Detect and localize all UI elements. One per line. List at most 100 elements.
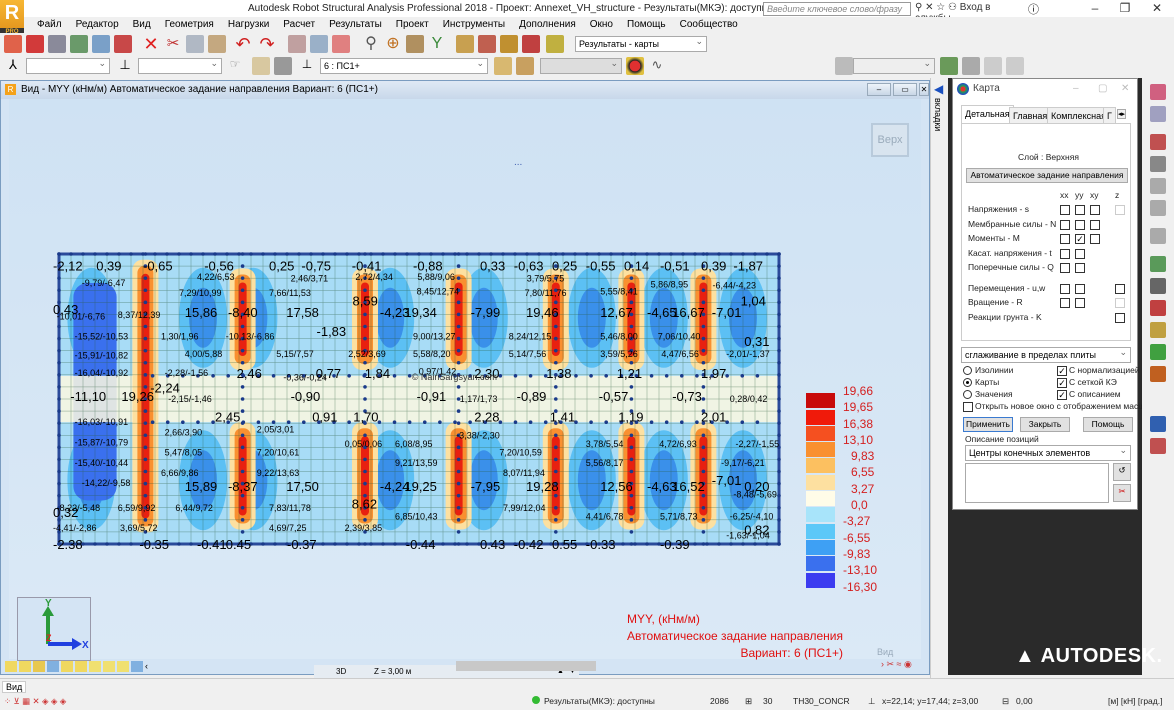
dialog-maximize-button[interactable]: ▢ (1098, 79, 1107, 99)
section-icon[interactable]: Y (428, 35, 446, 53)
tab-more[interactable]: Г (1103, 107, 1116, 123)
table-results-icon[interactable] (1150, 416, 1166, 432)
layout-select[interactable]: Результаты - карты (575, 34, 707, 52)
view-tool-10-icon[interactable] (131, 661, 143, 672)
horizontal-scrollbar[interactable] (456, 661, 596, 671)
radio-maps[interactable] (963, 378, 972, 387)
menu-loads[interactable]: Нагрузки (221, 17, 276, 33)
diagram-icon[interactable] (1150, 106, 1166, 122)
smoothing-select[interactable]: сглаживание в пределах плиты (961, 345, 1131, 363)
deformation-icon[interactable] (1150, 84, 1166, 100)
mode-select[interactable] (540, 56, 622, 74)
apply-button[interactable]: Применить (963, 417, 1013, 432)
delete-icon[interactable]: ✕ (142, 35, 160, 53)
table-icon[interactable] (310, 35, 328, 53)
new-window-checkbox[interactable] (963, 402, 973, 412)
column-results-icon[interactable] (1150, 156, 1166, 172)
menu-help[interactable]: Помощь (620, 17, 673, 33)
bar-selection-input[interactable] (138, 56, 222, 74)
view-tool-1-icon[interactable] (5, 661, 17, 672)
units[interactable]: [м] [кН] [град.] (1108, 696, 1162, 706)
tab-scroll-arrows[interactable]: ◂▸ (1117, 109, 1127, 119)
normalization-checkbox[interactable]: ✓ (1057, 366, 1067, 376)
menu-window[interactable]: Окно (583, 17, 620, 33)
map-option-checkbox[interactable] (1075, 205, 1085, 215)
view-name-field[interactable]: Вид (2, 681, 27, 693)
map-results-icon[interactable] (1150, 256, 1166, 272)
preview-icon[interactable] (92, 35, 110, 53)
refresh-icon[interactable]: ↺ (1113, 463, 1131, 481)
view-tool-5-icon[interactable] (61, 661, 73, 672)
node-selection-input[interactable] (26, 56, 110, 74)
book-icon[interactable] (70, 35, 88, 53)
map-option-checkbox[interactable] (1060, 205, 1070, 215)
story-next-icon[interactable] (1006, 57, 1024, 75)
frame-results-icon[interactable] (1150, 200, 1166, 216)
view-tool-3-icon[interactable] (33, 661, 45, 672)
minimize-button[interactable]: – (1080, 0, 1110, 17)
fe-mesh-checkbox[interactable]: ✓ (1057, 378, 1067, 388)
maximize-button[interactable]: ❐ (1110, 0, 1140, 17)
clear-icon[interactable]: ✂ (1113, 484, 1131, 502)
view-minimize-button[interactable]: – (867, 83, 891, 96)
case-icon[interactable]: ⊥ (298, 57, 316, 75)
map-option-checkbox[interactable] (1060, 298, 1070, 308)
cut-icon[interactable]: ✂ (164, 35, 182, 53)
node-select-icon[interactable]: ⅄ (4, 57, 22, 75)
next-case-icon[interactable] (516, 57, 534, 75)
menu-community[interactable]: Сообщество (673, 17, 745, 33)
tab-detailed[interactable]: Детальная (961, 105, 1014, 123)
menu-project[interactable]: Проект (389, 17, 436, 33)
map-option-checkbox[interactable] (1060, 219, 1070, 230)
structure-icon[interactable] (406, 35, 424, 53)
story-icon[interactable] (835, 57, 853, 75)
help-icon[interactable]: ⓘ (1028, 1, 1039, 17)
view-cube-top-button[interactable]: Верх (871, 123, 909, 157)
map-option-checkbox[interactable] (1075, 219, 1085, 230)
map-canvas[interactable]: Верх ... -2,12 0,39 -0,65 -0,56 0,25 -0,75 -0,… (9, 99, 921, 678)
view-tool-7-icon[interactable] (89, 661, 101, 672)
positions-textarea[interactable] (965, 463, 1109, 503)
filter-icon[interactable]: ☞ (226, 57, 244, 75)
map-option-checkbox[interactable] (1060, 234, 1070, 244)
view-tool-8-icon[interactable] (103, 661, 115, 672)
map-option-checkbox[interactable] (1060, 283, 1070, 294)
zoom-icon[interactable]: ⚲ (362, 35, 380, 53)
edit-icon[interactable] (478, 35, 496, 53)
prev-case-icon[interactable] (494, 57, 512, 75)
model-icon[interactable] (500, 35, 518, 53)
stack-icon[interactable] (1150, 344, 1166, 360)
screenshot-icon[interactable] (114, 35, 132, 53)
story-up-icon[interactable] (940, 57, 958, 75)
view-extra-icons[interactable]: › ✂ ≈ ◉ (881, 659, 912, 670)
print-icon[interactable] (48, 35, 66, 53)
map-option-checkbox[interactable] (1075, 263, 1085, 273)
layers-icon[interactable] (1150, 322, 1166, 338)
wall-results-icon[interactable] (1150, 178, 1166, 194)
status-tools-icons[interactable]: ⁘ ⊻ ▦ ✕ ◈ ◈ ◈ (4, 696, 66, 707)
view-close-button[interactable]: ✕ (919, 83, 929, 96)
map-option-checkbox[interactable] (1060, 263, 1070, 273)
foundation-icon[interactable] (1150, 228, 1166, 244)
menu-addins[interactable]: Дополнения (512, 17, 583, 33)
close-button[interactable]: ✕ (1142, 0, 1172, 17)
panel-icon[interactable] (252, 57, 270, 75)
color-swatch-icon[interactable] (274, 57, 292, 75)
copy-icon[interactable] (186, 35, 204, 53)
menu-file[interactable]: Файл (30, 17, 69, 33)
slab-icon[interactable] (1150, 278, 1166, 294)
close-dialog-button[interactable]: Закрыть (1020, 417, 1070, 432)
z-checkbox[interactable] (1115, 312, 1125, 323)
calculator-icon[interactable] (288, 35, 306, 53)
beam-results-icon[interactable] (1150, 134, 1166, 150)
zoom-window-icon[interactable]: ⊕ (384, 35, 402, 53)
search-input[interactable]: Введите ключевое слово/фразу (763, 2, 911, 16)
arrow-left-icon[interactable]: ◀ (934, 82, 943, 96)
radio-isolines[interactable] (963, 366, 972, 375)
menu-geometry[interactable]: Геометрия (158, 17, 221, 33)
help-button[interactable]: Помощь (1083, 417, 1133, 432)
tab-complex[interactable]: Комплексная (1047, 107, 1110, 123)
app-logo[interactable]: R PRO (0, 0, 24, 36)
menu-tools[interactable]: Инструменты (436, 17, 512, 33)
view-tool-2-icon[interactable] (19, 661, 31, 672)
